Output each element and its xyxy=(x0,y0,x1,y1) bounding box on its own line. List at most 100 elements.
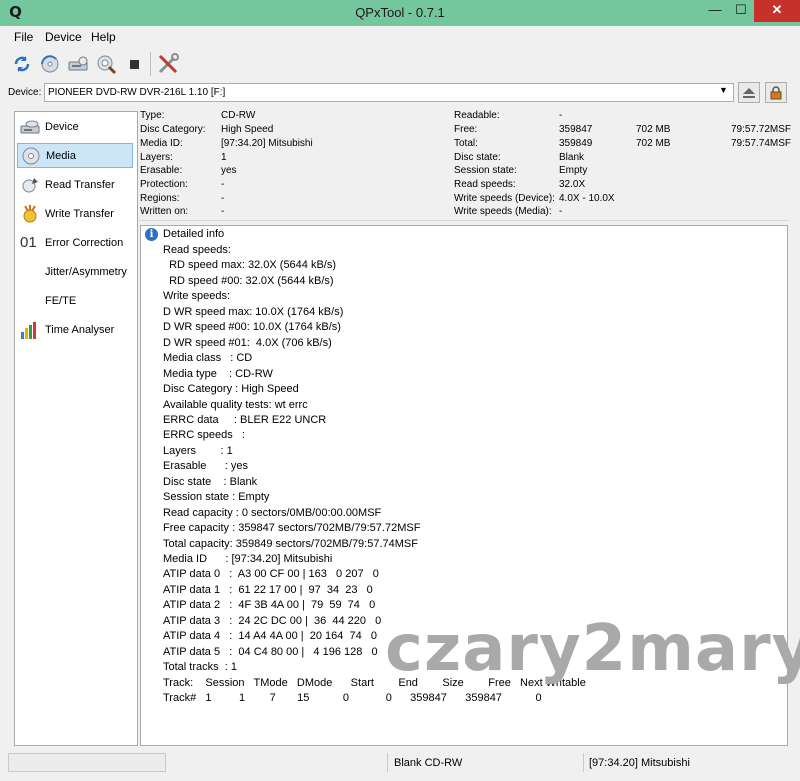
menu-file[interactable]: File xyxy=(14,30,33,44)
info-key-layers: Layers: xyxy=(140,152,173,163)
info-total-msf: 79:57.74MSF xyxy=(731,138,792,149)
info-key-write-speeds-device: Write speeds (Device): xyxy=(454,193,555,204)
info-value-type: CD-RW xyxy=(221,110,256,121)
detail-line: ATIP data 3 : 24 2C DC 00 | 36 44 220 0 xyxy=(163,615,382,627)
info-key-erasable: Erasable: xyxy=(140,165,183,176)
detail-line: Total capacity: 359849 sectors/702MB/79:… xyxy=(163,538,418,550)
disc-search-icon[interactable] xyxy=(93,51,119,77)
status-divider xyxy=(583,753,584,772)
menu-help[interactable]: Help xyxy=(91,30,116,44)
device-label: Device: xyxy=(8,87,42,98)
detail-line: Disc state : Blank xyxy=(163,476,258,488)
sidebar-item-label: Time Analyser xyxy=(45,324,115,336)
info-value-write-speeds-media: - xyxy=(559,206,563,217)
sidebar-item-write-transfer[interactable]: Write Transfer xyxy=(17,202,133,227)
info-key-free: Free: xyxy=(454,124,478,135)
detail-line: Free capacity : 359847 sectors/702MB/79:… xyxy=(163,522,421,534)
sidebar-item-fe-te[interactable]: FE/TE xyxy=(17,289,133,314)
write-transfer-icon xyxy=(23,205,37,223)
detail-line: Media ID : [97:34.20] Mitsubishi xyxy=(163,553,333,565)
lock-button[interactable] xyxy=(765,82,787,103)
detail-line: ATIP data 4 : 14 A4 4A 00 | 20 164 74 0 xyxy=(163,630,378,642)
detail-line: ERRC data : BLER E22 UNCR xyxy=(163,414,327,426)
info-value-readable: - xyxy=(559,110,563,121)
detail-line: Available quality tests: wt errc xyxy=(163,399,308,411)
info-key-protection: Protection: xyxy=(140,179,188,190)
detail-line: Track# 1 1 7 15 0 0 359847 359847 0 xyxy=(163,692,542,704)
sidebar-item-read-transfer[interactable]: Read Transfer xyxy=(17,173,133,198)
sidebar-item-error-correction[interactable]: 01 Error Correction xyxy=(17,231,133,256)
menu-bar xyxy=(0,26,800,48)
detail-line: ERRC speeds : xyxy=(163,429,245,441)
status-media-type: Blank CD-RW xyxy=(394,757,463,769)
close-button[interactable]: ✕ xyxy=(754,0,800,22)
detail-line: ATIP data 1 : 61 22 17 00 | 97 34 23 0 xyxy=(163,584,373,596)
info-value-disc-state: Blank xyxy=(559,152,585,163)
disc-refresh-icon[interactable] xyxy=(37,51,63,77)
detail-line: Layers : 1 xyxy=(163,445,233,457)
refresh-icon[interactable] xyxy=(9,51,35,77)
watermark: czary2mary xyxy=(385,612,800,686)
detail-line: D WR speed max: 10.0X (1764 kB/s) xyxy=(163,306,344,318)
info-key-type: Type: xyxy=(140,110,165,121)
info-key-readable: Readable: xyxy=(454,110,500,121)
status-progress xyxy=(8,753,166,772)
status-divider xyxy=(387,753,388,772)
detail-line: Read speeds: xyxy=(163,244,231,256)
drive-info-icon[interactable] xyxy=(65,51,91,77)
detail-header: Detailed info xyxy=(163,228,225,240)
disc-icon xyxy=(22,147,40,165)
sidebar-item-jitter-asymmetry[interactable]: Jitter/Asymmetry xyxy=(17,260,133,285)
detail-line: Read capacity : 0 sectors/0MB/00:00.00MS… xyxy=(163,507,382,519)
info-value-total: 359849 xyxy=(559,138,593,149)
info-icon: i xyxy=(145,228,158,241)
detail-line: Disc Category : High Speed xyxy=(163,383,299,395)
device-select-value: PIONEER DVD-RW DVR-216L 1.10 [F:] xyxy=(48,87,226,98)
maximize-button[interactable]: ☐ xyxy=(726,0,756,22)
info-value-media-id: [97:34.20] Mitsubishi xyxy=(221,138,313,149)
sidebar-item-label: Device xyxy=(45,121,79,133)
info-value-free: 359847 xyxy=(559,124,593,135)
lock-icon xyxy=(770,85,782,99)
binary-icon: 01 xyxy=(20,234,37,251)
info-value-session-state: Empty xyxy=(559,165,588,176)
eject-icon xyxy=(743,87,755,98)
info-value-layers: 1 xyxy=(221,152,227,163)
info-key-regions: Regions: xyxy=(140,193,180,204)
info-free-mb: 702 MB xyxy=(636,124,671,135)
sidebar-item-label: FE/TE xyxy=(45,295,77,307)
detail-line: Total tracks : 1 xyxy=(163,661,237,673)
detail-line: Session state : Empty xyxy=(163,491,270,503)
stop-icon[interactable] xyxy=(121,51,147,77)
info-value-regions: - xyxy=(221,193,225,204)
bar-chart-icon xyxy=(21,322,36,339)
chevron-down-icon[interactable]: ▼ xyxy=(719,85,728,95)
info-key-read-speeds: Read speeds: xyxy=(454,179,516,190)
divider xyxy=(139,220,789,221)
info-key-written-on: Written on: xyxy=(140,206,189,217)
detail-line: Erasable : yes xyxy=(163,460,248,472)
status-media-id: [97:34.20] Mitsubishi xyxy=(589,757,690,769)
detail-line: RD speed max: 32.0X (5644 kB/s) xyxy=(163,259,337,271)
info-key-disc-state: Disc state: xyxy=(454,152,501,163)
info-free-msf: 79:57.72MSF xyxy=(731,124,792,135)
detail-line: Media class : CD xyxy=(163,352,253,364)
tools-icon[interactable] xyxy=(155,51,181,77)
menu-device[interactable]: Device xyxy=(45,30,82,44)
info-value-read-speeds: 32.0X xyxy=(559,179,586,190)
info-value-disc-category: High Speed xyxy=(221,124,274,135)
sidebar-item-label: Error Correction xyxy=(45,237,124,249)
detail-line: ATIP data 5 : 04 C4 80 00 | 4 196 128 0 xyxy=(163,646,378,658)
info-value-written-on: - xyxy=(221,206,225,217)
detail-line: Write speeds: xyxy=(163,290,231,302)
drive-icon xyxy=(20,120,40,134)
detail-line: D WR speed #00: 10.0X (1764 kB/s) xyxy=(163,321,341,333)
eject-button[interactable] xyxy=(738,82,760,103)
sidebar-item-media[interactable]: Media xyxy=(17,143,133,168)
sidebar-item-time-analyser[interactable]: Time Analyser xyxy=(17,318,133,343)
info-value-erasable: yes xyxy=(221,165,237,176)
info-key-write-speeds-media: Write speeds (Media): xyxy=(454,206,552,217)
sidebar-item-device[interactable]: Device xyxy=(17,115,133,140)
sidebar-item-label: Read Transfer xyxy=(45,179,115,191)
detail-line: ATIP data 0 : A3 00 CF 00 | 163 0 207 0 xyxy=(163,568,379,580)
